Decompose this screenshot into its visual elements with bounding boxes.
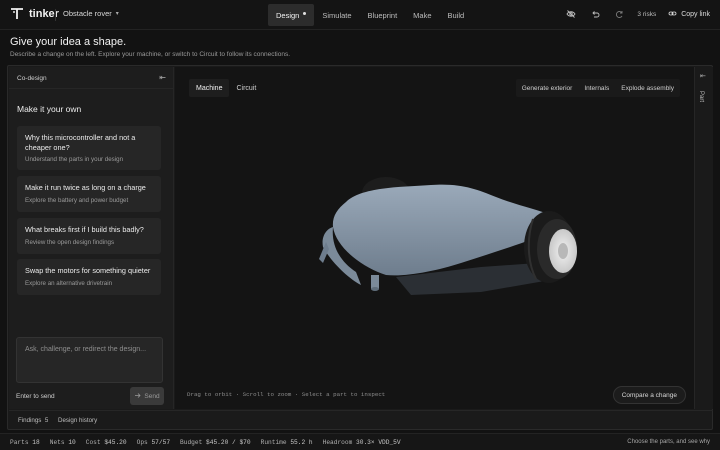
tab-blueprint[interactable]: Blueprint	[360, 4, 406, 26]
rover-model[interactable]	[301, 167, 591, 317]
codesign-header: Co-design ⇤	[9, 67, 174, 89]
tab-build[interactable]: Build	[440, 4, 473, 26]
stat-cost: Cost $45.20	[85, 439, 127, 446]
section-title: Make it your own	[17, 104, 82, 114]
findings-tab[interactable]: Findings 5	[18, 417, 48, 424]
page-subtitle: Describe a change on the left. Explore y…	[10, 51, 290, 58]
stat-parts: Parts 18	[10, 439, 40, 446]
redo-icon[interactable]	[613, 8, 625, 20]
caster-post[interactable]	[371, 275, 379, 289]
part-rail: ⇤ Part	[694, 67, 713, 409]
send-icon	[134, 392, 141, 401]
brand-logo[interactable]: tinker	[10, 8, 59, 20]
view-tools: Generate exterior Internals Explode asse…	[515, 79, 680, 97]
project-selector[interactable]: Obstacle rover ▾	[63, 9, 119, 18]
card-question: What breaks first if I build this badly?	[25, 225, 144, 234]
suggestion-card-battery[interactable]: Make it run twice as long on a charge Ex…	[17, 176, 161, 212]
card-detail: Explore an alternative drivetrain	[25, 280, 113, 287]
internals-button[interactable]: Internals	[578, 79, 615, 97]
risks-count[interactable]: 3 risks	[637, 11, 656, 18]
top-bar: tinker Obstacle rover ▾ Design Simulate …	[0, 0, 720, 30]
generate-exterior-button[interactable]: Generate exterior	[516, 79, 579, 97]
enter-to-send-hint: Enter to send	[16, 393, 55, 400]
design-stats: Parts 18 Nets 10 Cost $45.20 Ops 57/57 B…	[10, 439, 401, 446]
expand-panel-icon[interactable]: ⇤	[700, 72, 706, 80]
tab-make[interactable]: Make	[405, 4, 439, 26]
status-bar: Parts 18 Nets 10 Cost $45.20 Ops 57/57 B…	[0, 433, 720, 450]
tinker-logo-icon	[10, 8, 24, 20]
stat-nets: Nets 10	[49, 439, 76, 446]
tab-design[interactable]: Design	[268, 4, 315, 26]
tab-machine[interactable]: Machine	[189, 79, 230, 97]
compare-change-button[interactable]: Compare a change	[612, 386, 686, 404]
card-detail: Explore the battery and power budget	[25, 197, 129, 204]
viewport-hint: Drag to orbit · Scroll to zoom · Select …	[187, 391, 386, 398]
stat-headroom: Headroom 30.3× VDD_5V	[322, 439, 401, 446]
suggestion-card-motors[interactable]: Swap the motors for something quieter Ex…	[17, 259, 161, 295]
top-actions: 3 risks Copy link	[565, 8, 710, 20]
findings-count: 5	[44, 417, 49, 424]
suggestion-card-findings[interactable]: What breaks first if I build this badly?…	[17, 218, 161, 254]
card-question: Make it run twice as long on a charge	[25, 183, 146, 192]
tab-circuit[interactable]: Circuit	[229, 79, 263, 97]
panel-footer: Findings 5 Design history	[9, 410, 713, 430]
part-panel-tab[interactable]: Part	[698, 91, 704, 102]
undo-icon[interactable]	[589, 8, 601, 20]
page-title: Give your idea a shape.	[10, 36, 127, 48]
workspace-frame: Co-design ⇤ Make it your own Why this mi…	[7, 65, 713, 430]
project-name: Obstacle rover	[63, 9, 112, 18]
collapse-panel-icon[interactable]: ⇤	[159, 73, 166, 82]
card-question: Swap the motors for something quieter	[25, 266, 151, 275]
active-dot-icon	[303, 12, 307, 15]
stat-budget: Budget $45.20 / $70	[180, 439, 251, 446]
chevron-down-icon: ▾	[115, 11, 119, 17]
explode-assembly-button[interactable]: Explode assembly	[615, 79, 680, 97]
suggestion-card-microcontroller[interactable]: Why this microcontroller and not a cheap…	[17, 126, 161, 170]
codesign-panel: Co-design ⇤ Make it your own Why this mi…	[9, 67, 174, 409]
ask-input[interactable]	[16, 337, 163, 383]
card-detail: Understand the parts in your design	[25, 156, 124, 163]
divider	[55, 9, 56, 21]
main-nav: Design Simulate Blueprint Make Build	[268, 4, 472, 26]
copy-link-button[interactable]: Copy link	[668, 9, 710, 20]
design-history-tab[interactable]: Design history	[58, 417, 97, 424]
machine-viewport[interactable]: Machine Circuit Generate exterior Intern…	[175, 67, 694, 409]
status-tagline: Choose the parts, and see why	[627, 439, 710, 445]
codesign-title: Co-design	[17, 75, 47, 82]
stat-runtime: Runtime 55.2 h	[260, 439, 313, 446]
send-button[interactable]: Send	[130, 387, 164, 405]
rover-body-shell[interactable]	[332, 184, 552, 276]
stat-ops: Ops 57/57	[136, 439, 171, 446]
card-question: Why this microcontroller and not a cheap…	[25, 133, 136, 152]
tab-simulate[interactable]: Simulate	[314, 4, 359, 26]
link-icon	[668, 9, 677, 20]
view-tabs: Machine Circuit	[189, 79, 263, 97]
eye-off-icon[interactable]	[565, 8, 577, 20]
card-detail: Review the open design findings	[25, 239, 115, 246]
